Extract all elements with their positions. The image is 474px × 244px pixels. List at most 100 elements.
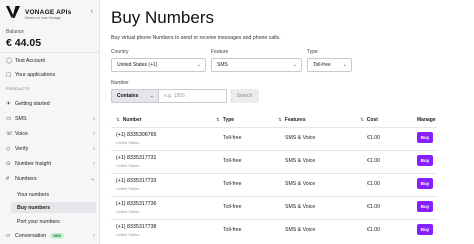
sidebar-item-label: Your applications xyxy=(15,72,56,78)
number-match-select[interactable]: Contains ⌄ xyxy=(111,89,159,103)
sidebar-item-getting-started[interactable]: ✈ Getting started xyxy=(0,98,100,110)
number-country: United States xyxy=(116,209,140,214)
chat-bubbles-icon: ▱ xyxy=(6,233,11,239)
buy-button[interactable]: Buy xyxy=(417,201,433,212)
sidebar-item-test-account[interactable]: ◯ Test Account xyxy=(0,55,100,67)
sidebar-item-numbers[interactable]: # Numbers ⌄ xyxy=(0,173,100,185)
table-row: (+1) 8335317738 United States Toll-free … xyxy=(111,219,437,242)
phone-number: (+1) 8335317738 xyxy=(116,224,157,230)
phone-number: (+1) 8335317733 xyxy=(116,178,157,184)
rocket-icon: ✈ xyxy=(6,101,11,107)
number-type: Toll-free xyxy=(223,204,242,210)
phone-number: (+1) 8335306765 xyxy=(116,132,157,138)
brand[interactable]: VONAGE APIs Nexmo is now Vonage xyxy=(6,6,72,20)
sidebar-subitem-buy-numbers[interactable]: Buy numbers xyxy=(11,202,96,213)
buy-button[interactable]: Buy xyxy=(417,155,433,166)
column-header-label: Number xyxy=(122,117,142,123)
column-header-cost[interactable]: ⇅ Cost xyxy=(360,117,378,123)
brand-name: VONAGE APIs xyxy=(25,8,72,16)
collapse-sidebar-icon[interactable]: ‹ xyxy=(91,8,93,15)
number-cost: €1.00 xyxy=(367,227,380,233)
number-label: Number xyxy=(111,80,129,86)
number-features: SMS & Voice xyxy=(285,158,316,164)
sidebar-item-conversation[interactable]: ▱ Conversation NEW › xyxy=(0,230,100,242)
table-row: (+1) 8335317733 United States Toll-free … xyxy=(111,173,437,196)
balance-label: Balance xyxy=(6,29,25,35)
sidebar-item-voice[interactable]: ☏ Voice › xyxy=(0,128,100,140)
page-description: Buy virtual phone Numbers to send or rec… xyxy=(111,35,281,41)
country-select[interactable]: United States (+1) ⌄ xyxy=(111,58,206,72)
hash-icon: # xyxy=(6,176,10,182)
chevron-down-icon: ⌄ xyxy=(196,62,201,68)
phone-number: (+1) 8335317736 xyxy=(116,201,157,207)
chevron-down-icon: ⌄ xyxy=(342,62,347,68)
chevron-right-icon: › xyxy=(93,161,95,167)
sidebar-item-number-insight[interactable]: ⊙ Number Insight › xyxy=(0,158,100,170)
chevron-right-icon: › xyxy=(93,116,95,122)
number-country: United States xyxy=(116,163,140,168)
products-section-label: PRODUCTS xyxy=(6,87,30,91)
balance-value: € 44.05 xyxy=(6,37,42,49)
sort-icon: ⇅ xyxy=(360,117,364,122)
column-header-label: Type xyxy=(222,117,235,123)
phone-icon: ☏ xyxy=(6,131,13,137)
phone-number: (+1) 8335317731 xyxy=(116,155,157,161)
chevron-down-icon: ⌄ xyxy=(90,176,95,182)
type-select[interactable]: Toll-free ⌄ xyxy=(307,58,352,72)
number-country: United States xyxy=(116,186,140,191)
number-match-value: Contains xyxy=(117,93,139,99)
country-select-value: United States (+1) xyxy=(117,62,158,68)
sidebar-item-sms[interactable]: ▭ SMS › xyxy=(0,113,100,125)
chevron-right-icon: › xyxy=(93,146,95,152)
apps-icon: ▢ xyxy=(6,72,12,78)
page-title: Buy Numbers xyxy=(111,8,214,27)
table-row: (+1) 8335306765 United States Toll-free … xyxy=(111,127,437,150)
type-label: Type xyxy=(307,49,318,55)
main-content: Buy Numbers Buy virtual phone Numbers to… xyxy=(100,0,474,244)
sort-icon: ⇅ xyxy=(278,117,282,122)
number-search-input[interactable]: e.g. 1555 xyxy=(159,89,227,103)
number-features: SMS & Voice xyxy=(285,204,316,210)
search-button[interactable]: Search xyxy=(230,89,259,103)
sidebar: VONAGE APIs Nexmo is now Vonage ‹ Balanc… xyxy=(0,0,100,244)
feature-select-value: SMS xyxy=(217,62,228,68)
sidebar-item-label: Getting started xyxy=(15,101,50,107)
number-features: SMS & Voice xyxy=(285,135,316,141)
number-cost: €1.00 xyxy=(367,204,380,210)
sidebar-item-label: Conversation xyxy=(15,233,47,239)
number-country: United States xyxy=(116,140,140,145)
number-insight-icon: ⊙ xyxy=(6,161,11,167)
column-header-number[interactable]: ⇅ Number xyxy=(116,117,142,123)
shield-icon: ◇ xyxy=(6,146,11,152)
country-label: Country xyxy=(111,49,129,55)
column-header-features[interactable]: ⇅ Features xyxy=(278,117,306,123)
number-cost: €1.00 xyxy=(367,158,380,164)
number-type: Toll-free xyxy=(223,181,242,187)
sidebar-item-label: Test Account xyxy=(15,58,46,64)
brand-subtitle: Nexmo is now Vonage xyxy=(25,16,61,20)
column-header-manage: Manage xyxy=(417,117,436,123)
feature-select[interactable]: SMS ⌄ xyxy=(211,58,302,72)
buy-button[interactable]: Buy xyxy=(417,132,433,143)
sidebar-item-verify[interactable]: ◇ Verify › xyxy=(0,143,100,155)
table-row: (+1) 8335317736 United States Toll-free … xyxy=(111,196,437,219)
number-features: SMS & Voice xyxy=(285,181,316,187)
buy-button[interactable]: Buy xyxy=(417,224,433,235)
table-row: (+1) 8335317731 United States Toll-free … xyxy=(111,150,437,173)
number-type: Toll-free xyxy=(223,227,242,233)
number-country: United States xyxy=(116,232,140,237)
number-cost: €1.00 xyxy=(367,135,380,141)
message-icon: ▭ xyxy=(6,116,12,122)
sidebar-subitem-port-numbers[interactable]: Port your numbers xyxy=(0,216,100,227)
new-badge: NEW xyxy=(50,233,64,239)
column-header-label: Cost xyxy=(366,117,378,123)
sidebar-subitem-your-numbers[interactable]: Your numbers xyxy=(0,189,100,200)
sidebar-item-label: Number Insight xyxy=(15,161,51,167)
sidebar-item-your-applications[interactable]: ▢ Your applications xyxy=(0,69,100,81)
sort-icon: ⇅ xyxy=(216,117,220,122)
buy-button[interactable]: Buy xyxy=(417,178,433,189)
circle-info-icon: ◯ xyxy=(6,58,13,64)
column-header-type[interactable]: ⇅ Type xyxy=(216,117,234,123)
column-header-label: Features xyxy=(284,117,306,123)
number-search-placeholder: e.g. 1555 xyxy=(164,93,185,99)
